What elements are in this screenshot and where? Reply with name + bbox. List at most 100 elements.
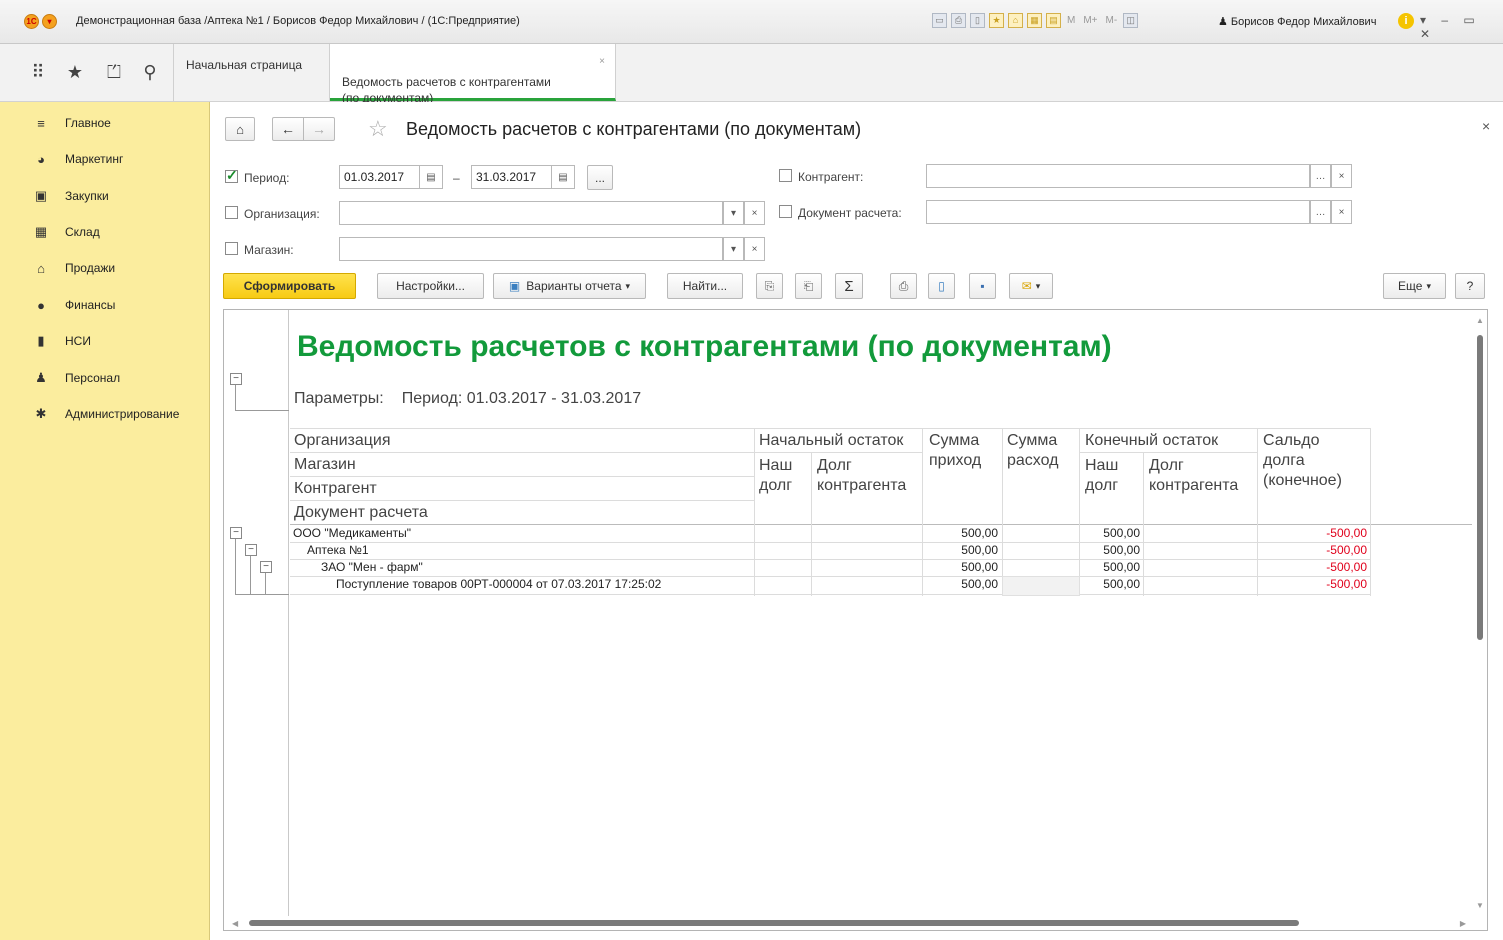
back-button[interactable]: ← (272, 117, 304, 141)
org-checkbox[interactable] (225, 206, 238, 219)
help-button[interactable]: ? (1455, 273, 1485, 299)
memory-minus-button[interactable]: M- (1106, 15, 1118, 26)
row-name: ООО "Медикаменты" (293, 526, 411, 540)
calendar-icon[interactable]: ▤ (1046, 13, 1061, 28)
counterparty-select-button[interactable]: … (1310, 164, 1331, 188)
org-dropdown-button[interactable]: ▾ (723, 201, 744, 225)
sidebar-item-nsi[interactable]: ▮ НСИ (0, 326, 208, 356)
favorites-star-icon[interactable]: ★ (64, 62, 86, 83)
find-label: Найти... (682, 279, 728, 293)
period-checkbox[interactable] (225, 167, 238, 184)
date-to-calendar-button[interactable]: ▤ (551, 165, 575, 189)
shop-checkbox[interactable] (225, 242, 238, 255)
document-select-button[interactable]: … (1310, 200, 1331, 224)
selected-cell[interactable] (1002, 576, 1080, 596)
document-clear-button[interactable]: × (1331, 200, 1352, 224)
sidebar-item-admin[interactable]: ✱ Администрирование (0, 399, 208, 429)
forward-button[interactable]: → (303, 117, 335, 141)
save-icon: ▪ (980, 279, 985, 293)
report-variants-button[interactable]: ▣ Варианты отчета ▾ (493, 273, 646, 299)
favorite-icon[interactable]: ★ (989, 13, 1004, 28)
vertical-scroll-thumb[interactable] (1477, 335, 1483, 640)
sidebar-item-main[interactable]: ≡ Главное (0, 108, 208, 138)
report-form: ⌂ ← → ☆ Ведомость расчетов с контрагента… (210, 102, 1503, 940)
tab-close-icon[interactable]: × (599, 54, 605, 70)
date-from-field[interactable]: 01.03.2017 (339, 165, 419, 189)
generate-button[interactable]: Сформировать (223, 273, 356, 299)
warehouse-icon: ▦ (34, 224, 48, 239)
send-email-button[interactable]: ✉ ▾ (1009, 273, 1053, 299)
sidebar-item-purchases[interactable]: ▣ Закупки (0, 181, 208, 211)
date-to-field[interactable]: 31.03.2017 (471, 165, 551, 189)
save-button[interactable]: ▪ (969, 273, 996, 299)
org-clear-button[interactable]: × (744, 201, 765, 225)
collapse-groups-button[interactable]: ⎗ (795, 273, 822, 299)
counterparty-field[interactable] (926, 164, 1310, 188)
history-icon[interactable]: ⏍ (103, 62, 125, 83)
document-checkbox[interactable] (779, 205, 792, 218)
vertical-scrollbar[interactable]: ▲ ▼ (1473, 310, 1487, 930)
favorite-star-icon[interactable]: ☆ (368, 116, 388, 142)
scroll-left-icon[interactable]: ◀ (232, 919, 238, 928)
row-group-toggle[interactable]: − (230, 527, 242, 539)
shop-field[interactable] (339, 237, 723, 261)
row-income: 500,00 (961, 543, 998, 557)
sidebar-item-finance[interactable]: ● Финансы (0, 290, 208, 320)
scroll-right-icon[interactable]: ▶ (1460, 919, 1466, 928)
expand-groups-button[interactable]: ⎘ (756, 273, 783, 299)
shop-dropdown-button[interactable]: ▾ (723, 237, 744, 261)
horizontal-scrollbar[interactable]: ◀ ▶ (224, 916, 1474, 930)
home-button[interactable]: ⌂ (225, 117, 255, 141)
settings-label: Настройки... (396, 279, 465, 293)
more-button[interactable]: Еще ▾ (1383, 273, 1446, 299)
preview-button[interactable]: ▯ (928, 273, 955, 299)
apps-grid-icon[interactable]: ⠿ (27, 62, 49, 83)
chevron-down-icon: ▾ (1035, 280, 1041, 291)
sidebar-item-personnel[interactable]: ♟ Персонал (0, 363, 208, 393)
main-menu-icon[interactable]: ▾ (42, 14, 57, 29)
search-icon[interactable]: ⚲ (139, 62, 161, 83)
report-spreadsheet[interactable]: − Ведомость расчетов с контрагентами (по… (223, 309, 1488, 931)
sidebar-item-warehouse[interactable]: ▦ Склад (0, 217, 208, 247)
scroll-down-icon[interactable]: ▼ (1476, 901, 1484, 910)
window-controls[interactable]: ▾ – ▭ ✕ (1420, 13, 1503, 41)
shop-clear-button[interactable]: × (744, 237, 765, 261)
sum-button[interactable]: Σ (835, 273, 863, 299)
print-icon[interactable]: ⎙ (951, 13, 966, 28)
settings-button[interactable]: Настройки... (377, 273, 484, 299)
preview-icon[interactable]: ▯ (970, 13, 985, 28)
clear-icon: × (751, 207, 758, 219)
screen-icon[interactable]: ▭ (932, 13, 947, 28)
sidebar-item-sales[interactable]: ⌂ Продажи (0, 253, 208, 283)
form-close-icon[interactable]: × (1482, 118, 1490, 134)
current-user[interactable]: ♟ Борисов Федор Михайлович (1218, 15, 1376, 28)
row-group-toggle[interactable]: − (260, 561, 272, 573)
horizontal-scroll-thumb[interactable] (249, 920, 1299, 926)
tree-line (235, 539, 236, 594)
info-icon[interactable]: i (1398, 13, 1414, 29)
sidebar-item-marketing[interactable]: ◕ Маркетинг (0, 144, 208, 174)
org-field[interactable] (339, 201, 723, 225)
counterparty-clear-button[interactable]: × (1331, 164, 1352, 188)
row-group-toggle[interactable]: − (245, 544, 257, 556)
document-field[interactable] (926, 200, 1310, 224)
history-icon[interactable]: ⌂ (1008, 13, 1023, 28)
header-organization: Организация (294, 432, 391, 449)
calculator-icon[interactable]: ▦ (1027, 13, 1042, 28)
memory-button[interactable]: M (1067, 15, 1075, 26)
tab-home[interactable]: Начальная страница (173, 44, 330, 101)
memory-plus-button[interactable]: M+ (1083, 15, 1097, 26)
header-group-toggle[interactable]: − (230, 373, 242, 385)
print-button[interactable]: ⎙ (890, 273, 917, 299)
period-select-button[interactable]: ... (587, 165, 613, 190)
tab-report[interactable]: Ведомость расчетов с контрагентами (по д… (330, 44, 616, 105)
period-dash: – (453, 171, 460, 185)
scroll-up-icon[interactable]: ▲ (1476, 316, 1484, 325)
layout-icon[interactable]: ◫ (1123, 13, 1139, 28)
counterparty-checkbox[interactable] (779, 169, 792, 182)
row-balance: -500,00 (1326, 560, 1367, 574)
row-balance: -500,00 (1326, 543, 1367, 557)
find-button[interactable]: Найти... (667, 273, 743, 299)
variants-icon: ▣ (508, 279, 521, 293)
date-from-calendar-button[interactable]: ▤ (419, 165, 443, 189)
